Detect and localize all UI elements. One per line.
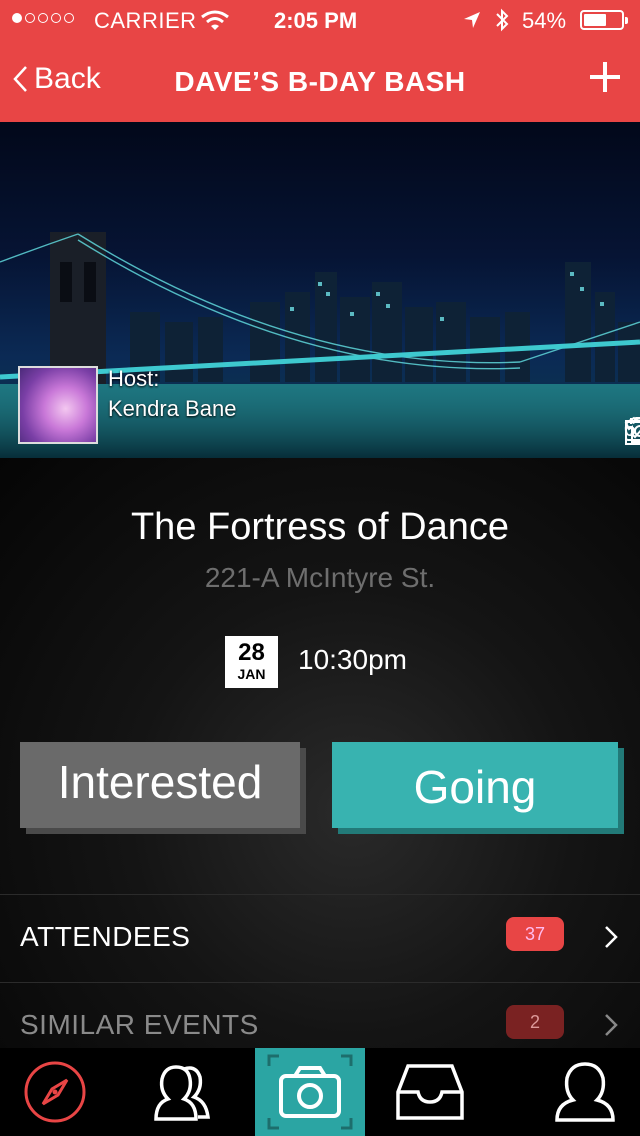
camera-icon bbox=[267, 1054, 353, 1130]
battery-icon bbox=[580, 10, 628, 30]
inbox-icon bbox=[396, 1064, 464, 1120]
event-details: The Fortress of Dance 221-A McIntyre St.… bbox=[0, 458, 640, 1048]
going-button[interactable]: Going bbox=[332, 742, 618, 828]
signal-strength bbox=[12, 13, 74, 23]
host-name[interactable]: Kendra Bane bbox=[108, 394, 236, 424]
host-avatar[interactable] bbox=[18, 366, 98, 444]
chevron-right-icon bbox=[605, 926, 618, 948]
battery-percent: 54% bbox=[522, 8, 567, 33]
page-title: DAVE’S B-DAY BASH bbox=[174, 66, 466, 97]
wifi-icon bbox=[201, 10, 229, 30]
carrier-name: CARRIER bbox=[94, 8, 197, 33]
similar-events-label: SIMILAR EVENTS bbox=[20, 1009, 259, 1040]
similar-events-count-badge: 2 bbox=[506, 1005, 564, 1039]
date-month: JAN bbox=[237, 666, 266, 682]
attendees-label: ATTENDEES bbox=[20, 921, 191, 952]
compass-icon bbox=[24, 1061, 86, 1123]
interested-button[interactable]: Interested bbox=[20, 742, 300, 828]
attendees-row[interactable]: ATTENDEES 37 bbox=[0, 894, 640, 983]
nav-bar: Back DAVE’S B-DAY BASH bbox=[0, 40, 640, 122]
event-feature-icons: 6 bbox=[624, 416, 640, 445]
plus-icon[interactable] bbox=[588, 60, 622, 94]
profile-icon bbox=[555, 1062, 615, 1122]
chevron-right-icon bbox=[605, 1014, 618, 1036]
attendees-count-badge: 37 bbox=[506, 917, 564, 951]
event-cover-image: Host: Kendra Bane 6 bbox=[0, 122, 640, 458]
date-day: 28 bbox=[238, 639, 265, 666]
host-label: Host: bbox=[108, 366, 160, 391]
tab-bar bbox=[0, 1048, 640, 1136]
venue-name: The Fortress of Dance bbox=[130, 506, 510, 548]
event-time: 10:30pm bbox=[298, 644, 407, 675]
tab-explore[interactable] bbox=[0, 1048, 110, 1136]
status-bar: CARRIER 2:05 PM 54% bbox=[0, 0, 640, 40]
tab-friends[interactable] bbox=[126, 1048, 236, 1136]
date-badge: 28 JAN bbox=[225, 636, 278, 688]
tab-inbox[interactable] bbox=[375, 1048, 485, 1136]
calendar-check-icon[interactable] bbox=[624, 416, 640, 446]
bluetooth-icon bbox=[496, 8, 509, 32]
clock: 2:05 PM bbox=[274, 8, 358, 33]
venue-address[interactable]: 221-A McIntyre St. bbox=[0, 562, 640, 594]
tab-camera[interactable] bbox=[255, 1048, 365, 1136]
location-arrow-icon bbox=[464, 12, 480, 28]
tab-profile[interactable] bbox=[530, 1048, 640, 1136]
people-icon bbox=[154, 1065, 210, 1121]
